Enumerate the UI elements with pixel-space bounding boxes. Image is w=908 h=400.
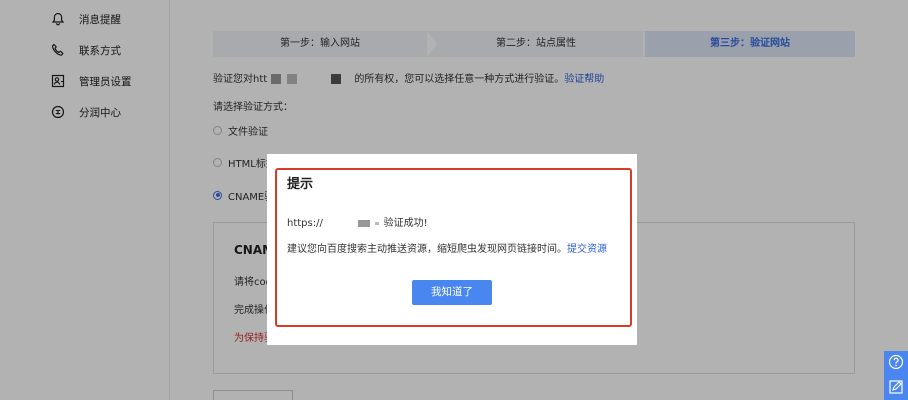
feedback-button[interactable] — [884, 376, 908, 400]
dialog-message: 建议您向百度搜索主动推送资源，缩短爬虫发现网页链接时间。提交资源 — [287, 240, 607, 255]
dialog-message-text: 建议您向百度搜索主动推送资源，缩短爬虫发现网页链接时间。 — [287, 244, 567, 255]
ok-button[interactable]: 我知道了 — [412, 280, 492, 305]
redacted-url — [375, 221, 380, 225]
dialog-url-line: https:// 验证成功! — [287, 214, 428, 229]
help-question-icon — [888, 354, 904, 373]
redacted-url — [358, 219, 371, 227]
url-prefix: https:// — [287, 218, 323, 229]
feedback-edit-icon — [888, 379, 904, 398]
help-button[interactable] — [884, 351, 908, 375]
floating-toolbar — [884, 351, 908, 400]
url-suffix: 验证成功! — [383, 218, 428, 229]
success-dialog: 提示 https:// 验证成功! 建议您向百度搜索主动推送资源，缩短爬虫发现网… — [267, 154, 637, 345]
dialog-title: 提示 — [287, 177, 314, 192]
submit-resource-link[interactable]: 提交资源 — [567, 244, 607, 255]
